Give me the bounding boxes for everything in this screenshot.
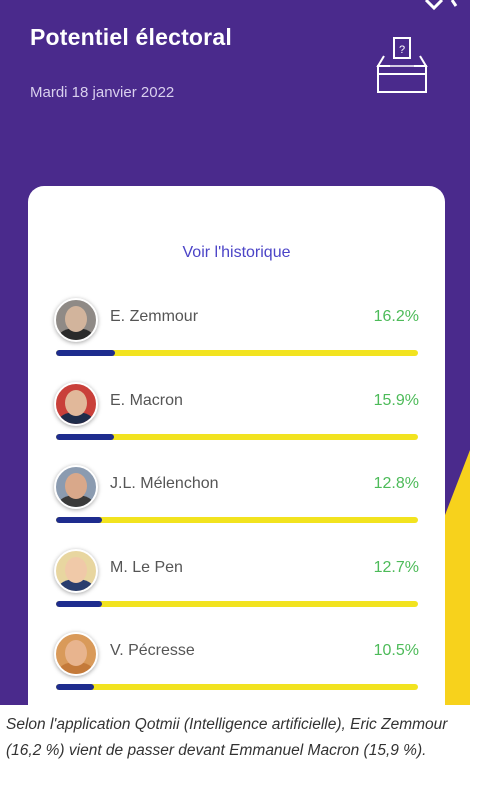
candidate-bar [56, 434, 418, 440]
candidate-row[interactable]: E. Zemmour 16.2% [28, 298, 445, 372]
candidate-bar-fill [56, 434, 114, 440]
candidate-row[interactable]: V. Pécresse 10.5% [28, 632, 445, 705]
candidate-name: M. Le Pen [110, 559, 183, 576]
candidate-row[interactable]: M. Le Pen 12.7% [28, 549, 445, 623]
candidate-percent: 10.5% [373, 642, 419, 659]
candidate-avatar [54, 382, 98, 426]
candidate-percent: 12.7% [373, 559, 419, 576]
candidate-avatar [54, 465, 98, 509]
app-screen: Potentiel électoral Mardi 18 janvier 202… [0, 0, 470, 705]
candidate-avatar [54, 549, 98, 593]
candidate-name: E. Macron [110, 392, 183, 409]
results-card: Voir l'historique E. Zemmour 16.2% E. Macr… [28, 186, 445, 705]
ballot-box-icon: ? [376, 37, 428, 93]
candidate-bar-fill [56, 350, 115, 356]
candidate-bar [56, 350, 418, 356]
svg-text:?: ? [399, 44, 405, 56]
candidate-avatar [54, 298, 98, 342]
candidate-bar-fill [56, 684, 94, 690]
candidate-name: V. Pécresse [110, 642, 195, 659]
candidate-name: J.L. Mélenchon [110, 475, 219, 492]
candidate-avatar [54, 632, 98, 676]
candidate-row[interactable]: J.L. Mélenchon 12.8% [28, 465, 445, 539]
candidate-bar [56, 684, 418, 690]
candidate-bar-fill [56, 601, 102, 607]
candidate-bar [56, 601, 418, 607]
page-margin [470, 0, 480, 705]
page-date: Mardi 18 janvier 2022 [30, 84, 175, 101]
candidate-percent: 15.9% [373, 392, 419, 409]
status-glyph-icon [424, 0, 458, 11]
history-link[interactable]: Voir l'historique [28, 244, 445, 262]
candidate-name: E. Zemmour [110, 308, 199, 325]
photo-caption: Selon l'application Qotmii (Intelligence… [6, 716, 448, 759]
candidate-bar [56, 517, 418, 523]
candidate-bar-fill [56, 517, 103, 523]
candidate-row[interactable]: E. Macron 15.9% [28, 382, 445, 456]
candidate-percent: 12.8% [373, 475, 419, 492]
candidate-percent: 16.2% [373, 308, 419, 325]
page-title: Potentiel électoral [30, 24, 232, 50]
